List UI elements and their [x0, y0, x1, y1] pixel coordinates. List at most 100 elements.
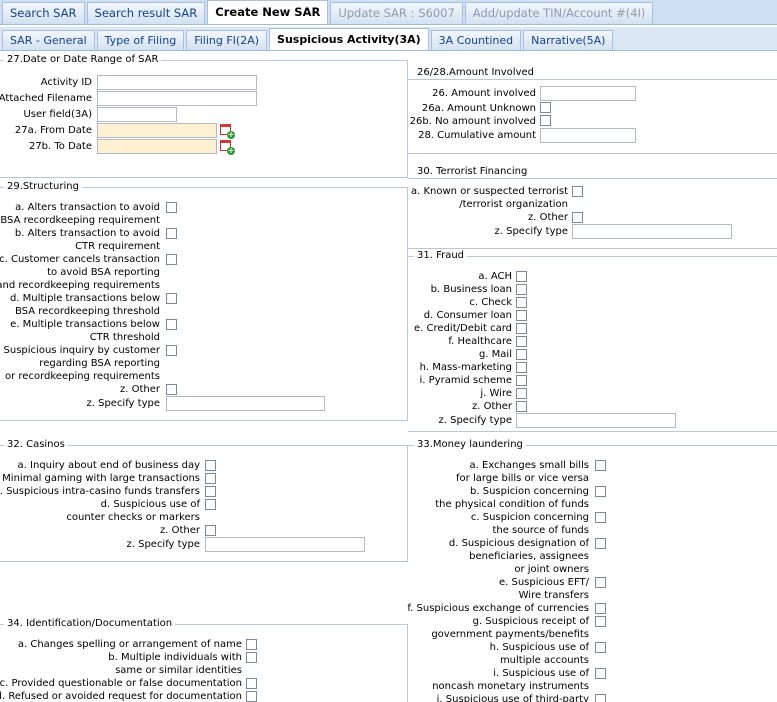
s29-specify-label: z. Specify type [86, 398, 160, 409]
cumulative-amount-input[interactable] [540, 128, 636, 143]
s29-specify-input[interactable] [166, 396, 325, 411]
s33-h-checkbox[interactable] [595, 642, 606, 653]
s32-z-other-checkbox[interactable] [205, 525, 216, 536]
s32-c-checkbox[interactable] [205, 486, 216, 497]
s33-a-checkbox[interactable] [595, 460, 606, 471]
tab-3a-continued[interactable]: 3A Countined [430, 30, 522, 50]
amount-unknown-label: 26a. Amount Unknown [421, 103, 536, 114]
s34-d-checkbox[interactable] [246, 691, 257, 702]
s32-b-checkbox[interactable] [205, 473, 216, 484]
s29-c-checkbox[interactable] [166, 254, 177, 265]
s31-mail-checkbox[interactable] [516, 349, 527, 360]
s34-b-checkbox[interactable] [246, 652, 257, 663]
s32-specify-input[interactable] [205, 537, 365, 552]
s31-credit-debit-label: e. Credit/Debit card [414, 323, 512, 334]
s30-z-other-checkbox[interactable] [572, 212, 583, 223]
from-date-input[interactable] [97, 123, 217, 138]
s29-e-label-cont: CTR threshold [89, 332, 160, 343]
s31-pyramid-checkbox[interactable] [516, 375, 527, 386]
s32-a-checkbox[interactable] [205, 460, 216, 471]
s30-a-checkbox[interactable] [572, 186, 583, 197]
s31-check-checkbox[interactable] [516, 297, 527, 308]
s34-a-label: a. Changes spelling or arrangement of na… [17, 639, 242, 650]
s29-b-checkbox[interactable] [166, 228, 177, 239]
s33-d-label-cont2: or joint owners [514, 564, 589, 575]
s31-specify-input[interactable] [516, 413, 676, 428]
s29-e-checkbox[interactable] [166, 319, 177, 330]
s33-j-checkbox[interactable] [595, 694, 606, 702]
s33-f-checkbox[interactable] [595, 603, 606, 614]
tab-search-sar[interactable]: Search SAR [2, 2, 85, 24]
s33-a-label-cont: for large bills or vice versa [456, 473, 589, 484]
s32-b-label: b. Minimal gaming with large transaction… [0, 473, 200, 484]
s32-a-label: a. Inquiry about end of business day [17, 460, 200, 471]
s29-d-checkbox[interactable] [166, 293, 177, 304]
main-tab-bar: Search SAR Search result SAR Create New … [0, 0, 777, 25]
calendar-icon[interactable]: + [219, 123, 235, 139]
s33-i-checkbox[interactable] [595, 668, 606, 679]
s31-ach-label: a. ACH [478, 271, 512, 282]
s30-a-label-cont: /terrorist organization [459, 199, 568, 210]
s29-c-label-cont2: and recordkeeping requirements [0, 280, 160, 291]
tab-update-sar[interactable]: Update SAR : S6007 [330, 2, 463, 24]
no-amount-checkbox[interactable] [540, 115, 551, 126]
s32-d-checkbox[interactable] [205, 499, 216, 510]
attached-filename-input[interactable] [97, 91, 257, 106]
s33-c-label-cont: the source of funds [492, 525, 589, 536]
s33-e-label: e. Suspicious EFT/ [498, 577, 589, 588]
s33-d-label: d. Suspicious designation of [448, 538, 589, 549]
s30-specify-input[interactable] [572, 224, 732, 239]
s34-d-label: d. Refused or avoided request for docume… [0, 691, 242, 702]
no-amount-label: 26b. No amount involved [409, 116, 536, 127]
s31-business-loan-checkbox[interactable] [516, 284, 527, 295]
s33-d-checkbox[interactable] [595, 538, 606, 549]
s33-b-checkbox[interactable] [595, 486, 606, 497]
tab-type-of-filing[interactable]: Type of Filing [96, 30, 185, 50]
s33-g-checkbox[interactable] [595, 616, 606, 627]
s34-c-checkbox[interactable] [246, 678, 257, 689]
s31-mass-marketing-checkbox[interactable] [516, 362, 527, 373]
s29-a-checkbox[interactable] [166, 202, 177, 213]
tab-add-update-tin[interactable]: Add/update TIN/Account #(4I) [464, 2, 654, 24]
s31-consumer-loan-label: d. Consumer loan [423, 310, 512, 321]
to-date-input[interactable] [97, 139, 217, 154]
s31-healthcare-checkbox[interactable] [516, 336, 527, 347]
s29-z-other-checkbox[interactable] [166, 384, 177, 395]
s33-g-label: g. Suspicious receipt of [472, 616, 589, 627]
amount-unknown-checkbox[interactable] [540, 102, 551, 113]
s34-c-label: c. Provided questionable or false docume… [0, 678, 242, 689]
s31-z-other-checkbox[interactable] [516, 401, 527, 412]
tab-create-new-sar[interactable]: Create New SAR [207, 0, 329, 24]
section-32-legend: 32. Casinos [4, 439, 68, 450]
tab-search-result-sar[interactable]: Search result SAR [86, 2, 206, 24]
user-field-label: User field(3A) [23, 109, 92, 120]
s33-e-checkbox[interactable] [595, 577, 606, 588]
activity-id-input[interactable] [97, 75, 257, 90]
amount-involved-input[interactable] [540, 86, 636, 101]
tab-sar-general[interactable]: SAR - General [2, 30, 95, 50]
s31-check-label: c. Check [469, 297, 512, 308]
s29-a-label: a. Alters transaction to avoid [15, 202, 160, 213]
s31-credit-debit-checkbox[interactable] [516, 323, 527, 334]
s34-b-label: b. Multiple individuals with [108, 652, 242, 663]
s33-f-label: f. Suspicious exchange of currencies [407, 603, 589, 614]
s29-e-label: e. Multiple transactions below [10, 319, 160, 330]
s33-c-checkbox[interactable] [595, 512, 606, 523]
user-field-input[interactable] [97, 107, 177, 122]
tab-suspicious-activity[interactable]: Suspicious Activity(3A) [269, 28, 429, 50]
s29-f-label: f. Suspicious inquiry by customer [0, 345, 160, 356]
s31-consumer-loan-checkbox[interactable] [516, 310, 527, 321]
s31-healthcare-label: f. Healthcare [448, 336, 512, 347]
s34-a-checkbox[interactable] [246, 639, 257, 650]
calendar-icon[interactable]: + [219, 139, 235, 155]
section-31-legend: 31. Fraud [414, 250, 468, 261]
s31-ach-checkbox[interactable] [516, 271, 527, 282]
s29-f-checkbox[interactable] [166, 345, 177, 356]
s30-z-other-label: z. Other [528, 212, 568, 223]
tab-filing-fi[interactable]: Filing FI(2A) [186, 30, 268, 50]
s31-wire-checkbox[interactable] [516, 388, 527, 399]
s33-h-label: h. Suspicious use of [489, 642, 589, 653]
s32-c-label: c. Suspicious intra-casino funds transfe… [0, 486, 200, 497]
tab-narrative[interactable]: Narrative(5A) [523, 30, 614, 50]
s33-i-label-cont: noncash monetary instruments [432, 681, 589, 692]
